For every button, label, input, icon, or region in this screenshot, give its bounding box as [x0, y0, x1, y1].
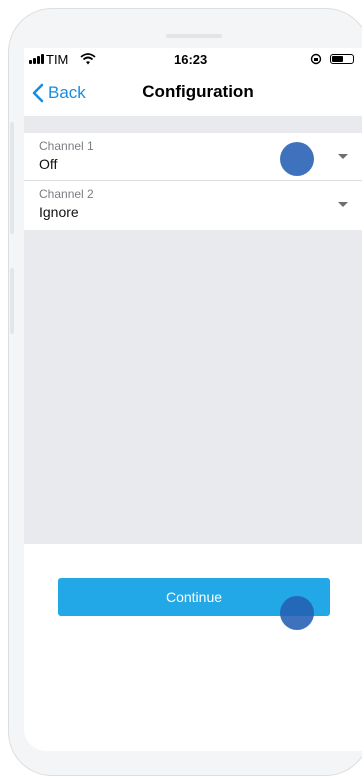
touch-indicator	[280, 596, 314, 630]
clock: 16:23	[174, 52, 208, 67]
signal-icon	[29, 54, 45, 64]
status-bar: TIM 16:23	[24, 48, 362, 72]
channel-value: Off	[39, 156, 58, 172]
side-button	[10, 268, 14, 334]
channel-label: Channel 1	[39, 139, 94, 153]
phone-speaker	[166, 34, 222, 38]
channel-value: Ignore	[39, 204, 79, 220]
carrier-name: TIM	[46, 52, 69, 67]
chevron-down-icon	[338, 154, 348, 159]
page: TIM 16:23 Back Configuration Channel 1 O…	[0, 0, 362, 778]
content-area: Channel 1 Off Channel 2 Ignore	[24, 116, 362, 544]
channel-label: Channel 2	[39, 187, 94, 201]
channel-2-select[interactable]: Channel 2 Ignore	[24, 181, 362, 230]
battery-icon	[330, 54, 354, 64]
channel-list: Channel 1 Off Channel 2 Ignore	[24, 133, 362, 230]
rotation-lock-icon	[310, 53, 322, 65]
page-title: Configuration	[142, 82, 254, 101]
wifi-icon	[80, 53, 96, 65]
navigation-bar: Back Configuration	[24, 72, 362, 116]
touch-indicator	[280, 142, 314, 176]
chevron-down-icon	[338, 202, 348, 207]
phone-screen: TIM 16:23 Back Configuration Channel 1 O…	[24, 48, 362, 751]
side-button	[10, 122, 14, 234]
